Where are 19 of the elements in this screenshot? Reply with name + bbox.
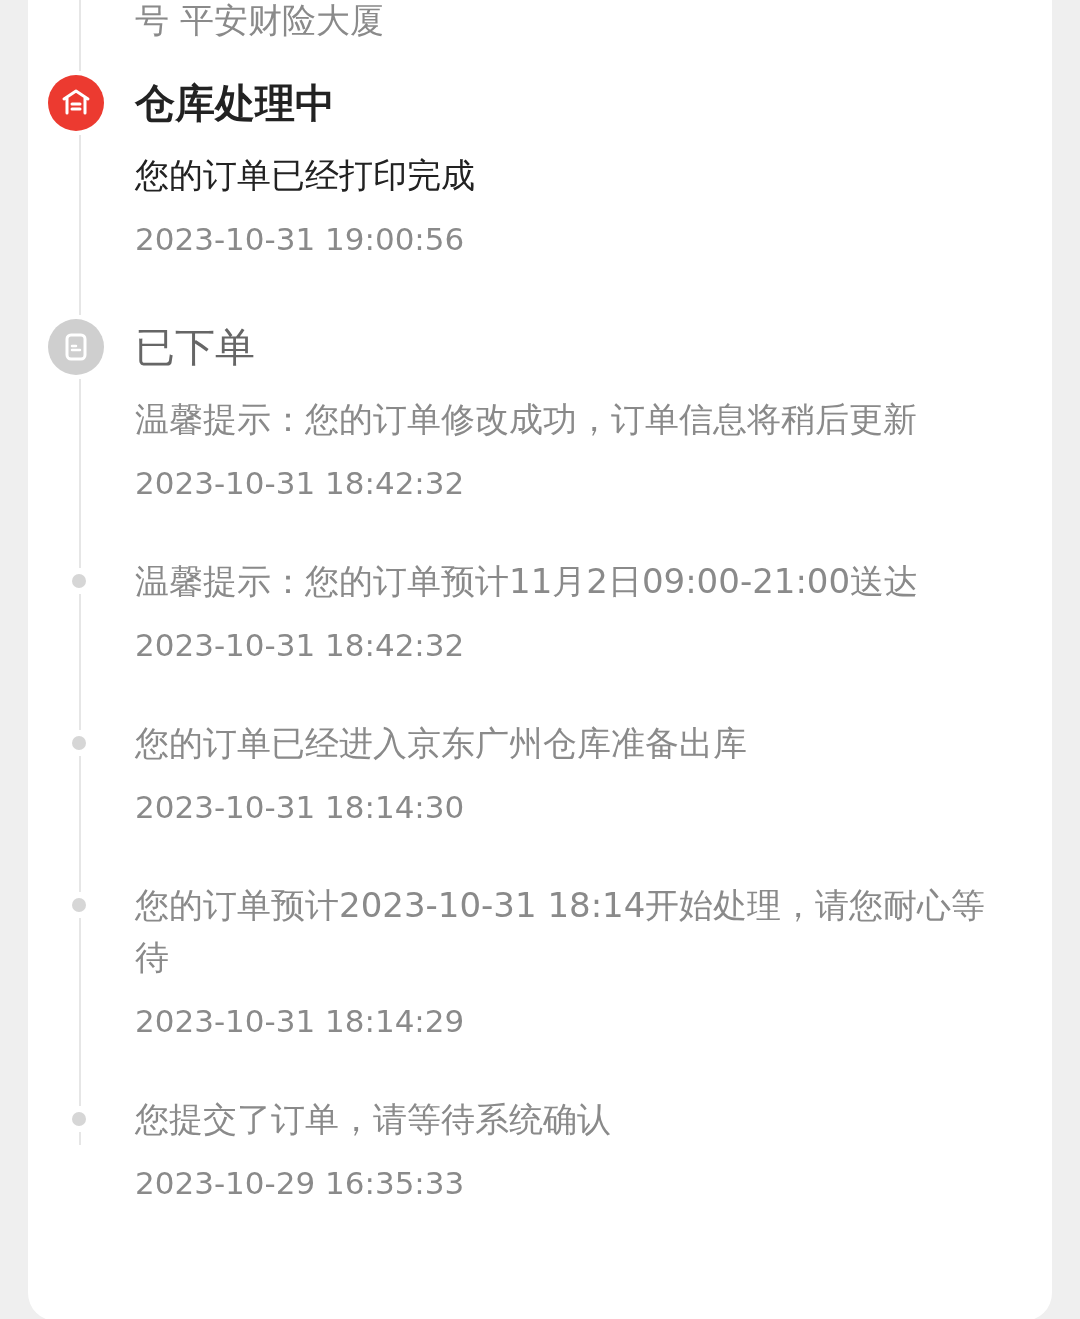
- event-time: 2023-10-29 16:35:33: [135, 1164, 466, 1203]
- timeline-dot: [72, 574, 86, 588]
- event-time: 2023-10-31 19:00:56: [135, 220, 466, 259]
- status-title: 仓库处理中: [135, 79, 336, 128]
- event-text: 您的订单预计2023-10-31 18:14开始处理，请您耐心等待: [135, 884, 987, 979]
- event-text: 您提交了订单，请等待系统确认: [135, 1098, 612, 1141]
- event-text: 您的订单已经进入京东广州仓库准备出库: [135, 722, 748, 765]
- timeline-dot: [72, 898, 86, 912]
- event-time: 2023-10-31 18:42:32: [135, 464, 466, 503]
- event-text: 您的订单已经打印完成: [135, 154, 476, 197]
- address-text: 号 平安财险大厦: [135, 0, 385, 42]
- event-text: 温馨提示：您的订单预计11月2日09:00-21:00送达: [135, 560, 920, 603]
- event-text: 温馨提示：您的订单修改成功，订单信息将稍后更新: [135, 398, 918, 441]
- timeline-dot: [72, 736, 86, 750]
- event-time: 2023-10-31 18:42:32: [135, 626, 466, 665]
- event-time: 2023-10-31 18:14:29: [135, 1002, 466, 1041]
- event-time: 2023-10-31 18:14:30: [135, 788, 466, 827]
- status-title: 已下单: [135, 323, 256, 372]
- timeline-dot: [72, 1112, 86, 1126]
